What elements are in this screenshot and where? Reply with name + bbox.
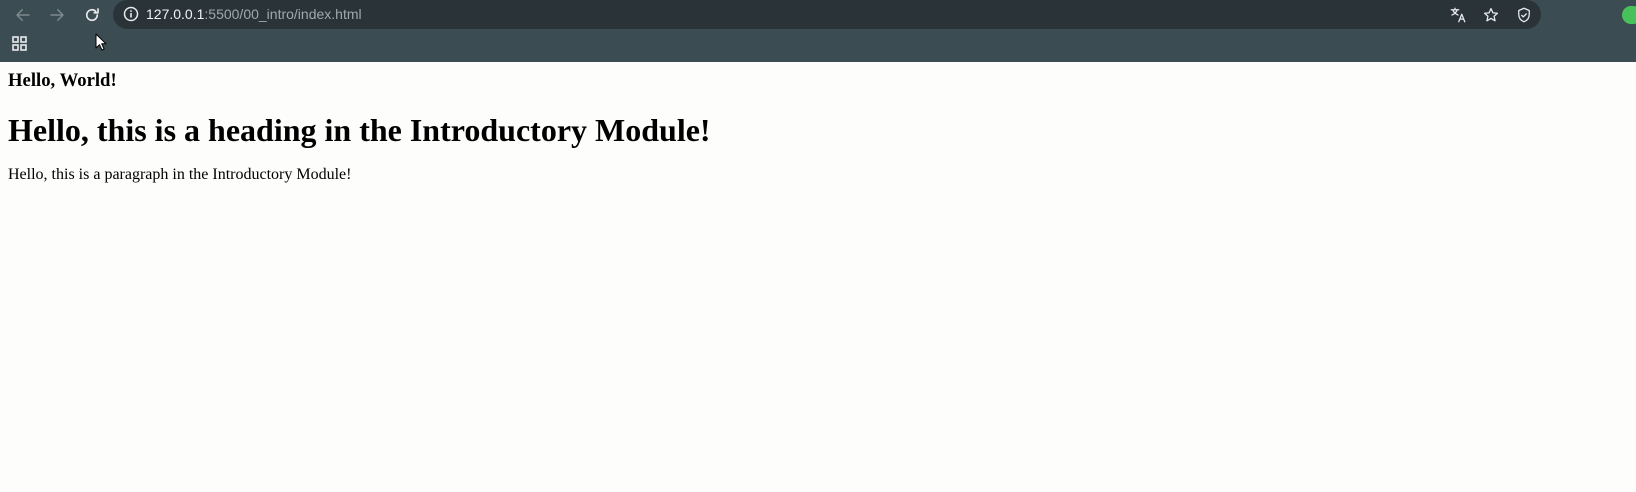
browser-chrome: 127.0.0.1:5500/00_intro/index.html — [0, 0, 1636, 62]
translate-icon — [1450, 7, 1466, 23]
translate-button[interactable] — [1447, 4, 1469, 26]
arrow-left-icon — [16, 9, 30, 21]
browser-toolbar: 127.0.0.1:5500/00_intro/index.html — [0, 0, 1636, 30]
extension-button[interactable] — [1513, 4, 1535, 26]
main-heading: Hello, this is a heading in the Introduc… — [8, 112, 711, 148]
bookmarks-bar — [0, 30, 1636, 60]
bookmark-star-button[interactable] — [1480, 4, 1502, 26]
back-button[interactable] — [11, 3, 35, 27]
hello-world-heading: Hello, World! — [8, 70, 117, 91]
url-text[interactable]: 127.0.0.1:5500/00_intro/index.html — [146, 6, 362, 23]
intro-paragraph: Hello, this is a paragraph in the Introd… — [8, 166, 352, 183]
shield-icon — [1518, 7, 1530, 23]
profile-avatar[interactable] — [1622, 6, 1636, 24]
url-path: :5500/00_intro/index.html — [204, 6, 362, 22]
info-icon[interactable] — [123, 6, 139, 22]
url-host: 127.0.0.1 — [146, 6, 205, 22]
address-bar[interactable]: 127.0.0.1:5500/00_intro/index.html — [113, 0, 1541, 29]
star-icon — [1483, 7, 1499, 22]
page-viewport: Hello, World! Hello, this is a heading i… — [0, 62, 1636, 492]
reload-icon — [85, 8, 99, 22]
forward-button[interactable] — [45, 3, 69, 27]
reload-button[interactable] — [80, 3, 104, 27]
arrow-right-icon — [50, 9, 64, 21]
mouse-cursor-icon — [95, 33, 107, 51]
apps-grid-icon[interactable] — [11, 35, 29, 53]
